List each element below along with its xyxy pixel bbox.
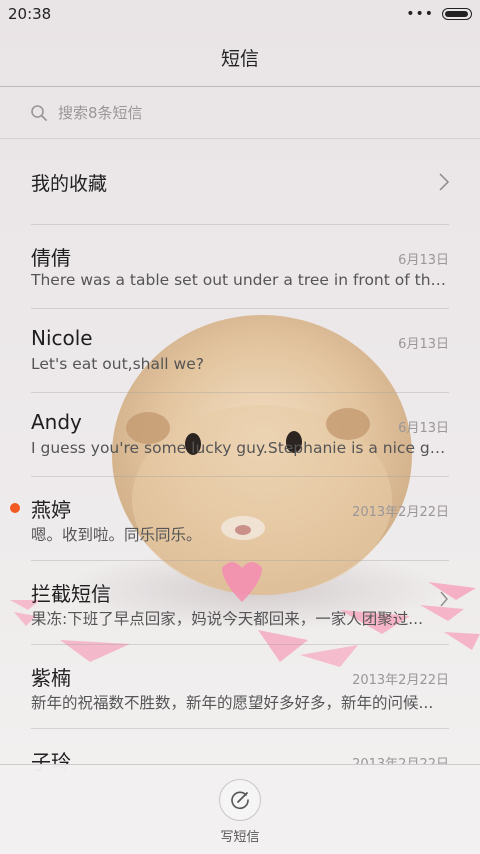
chevron-right-icon — [439, 173, 450, 191]
favorites-label: 我的收藏 — [31, 172, 108, 195]
contact-name: Andy — [31, 410, 82, 434]
page-title: 短信 — [220, 47, 259, 70]
search-input[interactable]: 搜索8条短信 — [0, 87, 480, 139]
conversation-item[interactable]: 紫楠 2013年2月22日 新年的祝福数不胜数，新年的愿望好多好多，新年的问候.… — [31, 644, 449, 728]
conversation-item[interactable]: Andy 6月13日 I guess you're some lucky guy… — [31, 392, 449, 476]
compose-icon — [231, 791, 249, 810]
message-preview: Let's eat out,shall we? — [31, 355, 204, 373]
contact-name: 拦截短信 — [31, 582, 111, 606]
more-icon: ••• — [406, 6, 434, 22]
header: 短信 — [0, 28, 480, 87]
message-date: 2013年2月22日 — [352, 505, 449, 520]
message-preview: 果冻:下班了早点回家，妈说今天都回来，一家人团聚过... — [31, 610, 424, 628]
contact-name: 燕婷 — [31, 498, 71, 522]
blocked-messages-item[interactable]: 拦截短信 果冻:下班了早点回家，妈说今天都回来，一家人团聚过... — [31, 560, 449, 644]
unread-dot-icon — [10, 503, 20, 513]
conversation-item[interactable]: 燕婷 2013年2月22日 嗯。收到啦。同乐同乐。 — [10, 476, 449, 560]
search-placeholder: 搜索8条短信 — [58, 104, 143, 122]
message-date: 6月13日 — [398, 253, 449, 268]
compose-label: 写短信 — [220, 830, 260, 845]
contact-name: 倩倩 — [31, 246, 71, 270]
message-preview: I guess you're some lucky guy.Stephanie … — [31, 439, 448, 457]
message-preview: 新年的祝福数不胜数，新年的愿望好多好多，新年的问候... — [31, 694, 434, 712]
contact-name: 紫楠 — [31, 666, 71, 690]
status-bar: 20:38 ••• — [0, 0, 480, 28]
conversation-item[interactable]: 倩倩 6月13日 There was a table set out under… — [31, 224, 449, 308]
status-icons: ••• — [406, 7, 472, 21]
battery-icon — [442, 8, 472, 20]
conversation-item[interactable]: Nicole 6月13日 Let's eat out,shall we? — [31, 308, 449, 392]
message-date: 2013年2月22日 — [352, 673, 449, 688]
message-date: 6月13日 — [398, 337, 449, 352]
conversation-list: 我的收藏 倩倩 6月13日 There was a table set out … — [0, 140, 480, 812]
status-time: 20:38 — [8, 5, 52, 23]
message-date: 6月13日 — [398, 421, 449, 436]
message-preview: There was a table set out under a tree i… — [31, 271, 448, 289]
compose-button[interactable] — [219, 779, 261, 821]
message-preview: 嗯。收到啦。同乐同乐。 — [31, 526, 202, 544]
contact-name: Nicole — [31, 326, 93, 350]
favorites-row[interactable]: 我的收藏 — [0, 140, 480, 224]
bottom-bar: 写短信 — [0, 764, 480, 854]
search-icon — [31, 104, 47, 121]
chevron-right-icon — [440, 591, 448, 607]
